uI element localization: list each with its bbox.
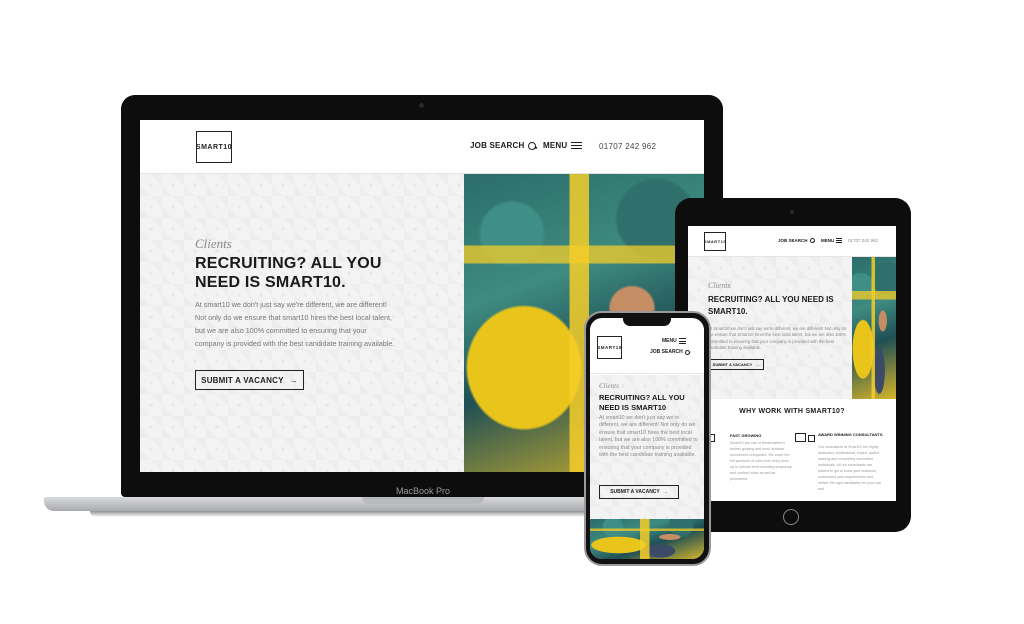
hamburger-icon: [678, 338, 686, 344]
site-header: SMART10 JOB SEARCH MENU 01707 242 962: [140, 120, 704, 174]
tablet-nav-menu-label: MENU: [821, 238, 835, 243]
phone-logo[interactable]: SMART10: [597, 336, 622, 359]
tablet-device-icon: [808, 435, 815, 442]
feature-body-fast-growing: Smart10 are one of Hertfordshire's faste…: [730, 441, 792, 481]
tablet-header: SMART10 JOB SEARCH MENU 01707 242 962: [688, 226, 896, 257]
hero-headline: RECRUITING? ALL YOU NEED IS SMART10.: [195, 255, 382, 291]
laptop-camera: [419, 103, 424, 108]
logo-text: SMART10: [195, 143, 233, 151]
nav-job-search-label: JOB SEARCH: [470, 141, 525, 150]
tablet-nav-menu[interactable]: MENU: [821, 238, 843, 243]
submit-vacancy-button[interactable]: SUBMIT A VACANCY →: [195, 370, 304, 390]
tablet-home-button[interactable]: [783, 509, 799, 525]
tablet-nav-job-search[interactable]: JOB SEARCH: [778, 238, 815, 243]
tablet-hero-headline: RECRUITING? ALL YOU NEED IS SMART10.: [708, 295, 834, 316]
phone-screen: SMART10 MENU JOB SEARCH Clients RECRUITI…: [590, 318, 704, 559]
arrow-right-icon: →: [662, 489, 668, 495]
phone-number[interactable]: 01707 242 962: [599, 142, 656, 151]
tablet-nav-job-search-label: JOB SEARCH: [778, 238, 808, 243]
phone-submit-vacancy-label: SUBMIT A VACANCY: [610, 489, 660, 495]
phone-nav-menu-label: MENU: [662, 338, 677, 344]
nav-job-search[interactable]: JOB SEARCH: [470, 141, 537, 150]
tablet-submit-vacancy-label: SUBMIT A VACANCY: [712, 362, 753, 367]
search-icon: [528, 141, 537, 150]
feature-title-fast-growing: FAST GROWING: [730, 433, 762, 438]
laptop-notch: [362, 497, 484, 504]
phone-notch: [623, 318, 671, 326]
tablet-hero-kicker: Clients: [708, 281, 731, 290]
tablet-screen: SMART10 JOB SEARCH MENU 01707 242 962 Cl…: [688, 226, 896, 501]
hamburger-icon: [836, 238, 843, 243]
search-icon: [684, 349, 690, 355]
hamburger-icon: [571, 141, 583, 150]
monitor-icon: [795, 433, 806, 442]
feature-body-award-winning: Our consultants at Smart10 are highly de…: [818, 445, 882, 491]
nav-menu-label: MENU: [543, 141, 568, 150]
why-title: WHY WORK WITH SMART10?: [739, 408, 845, 415]
hero-kicker: Clients: [195, 236, 232, 251]
tablet-hero-image: [852, 257, 896, 399]
device-label: MacBook Pro: [395, 486, 451, 496]
nav-menu[interactable]: MENU: [543, 141, 583, 150]
phone-nav-job-search[interactable]: JOB SEARCH: [650, 349, 690, 355]
phone-hero-kicker: Clients: [599, 382, 619, 390]
arrow-right-icon: →: [755, 362, 760, 367]
tablet-logo[interactable]: SMART10: [704, 232, 726, 251]
phone-nav-menu[interactable]: MENU: [662, 338, 686, 344]
feature-title-award-winning: AWARD WINNING CONSULTANTS: [818, 432, 883, 437]
phone-nav-job-search-label: JOB SEARCH: [650, 349, 683, 355]
search-icon: [809, 238, 815, 243]
tablet-hero-body: At Smart10 we don't just say we're diffe…: [708, 326, 847, 350]
phone-submit-vacancy-button[interactable]: SUBMIT A VACANCY →: [599, 485, 679, 499]
tablet-logo-text: SMART10: [703, 239, 727, 244]
arrow-right-icon: →: [289, 375, 298, 385]
phone-hero-body: At smart10 we don't just say we're diffe…: [599, 415, 698, 459]
submit-vacancy-label: SUBMIT A VACANCY: [201, 375, 284, 385]
hero-body: At smart10 we don't just say we're diffe…: [195, 300, 395, 348]
tablet-phone-number[interactable]: 01707 242 962: [848, 238, 878, 243]
phone-hero-headline: RECRUITING? ALL YOU NEED IS SMART10: [599, 393, 685, 412]
tablet-submit-vacancy-button[interactable]: SUBMIT A VACANCY →: [708, 359, 764, 370]
logo[interactable]: SMART10: [196, 131, 232, 163]
tablet-camera: [790, 210, 794, 214]
phone-logo-text: SMART10: [597, 345, 622, 350]
phone-hero-image: [590, 519, 704, 559]
